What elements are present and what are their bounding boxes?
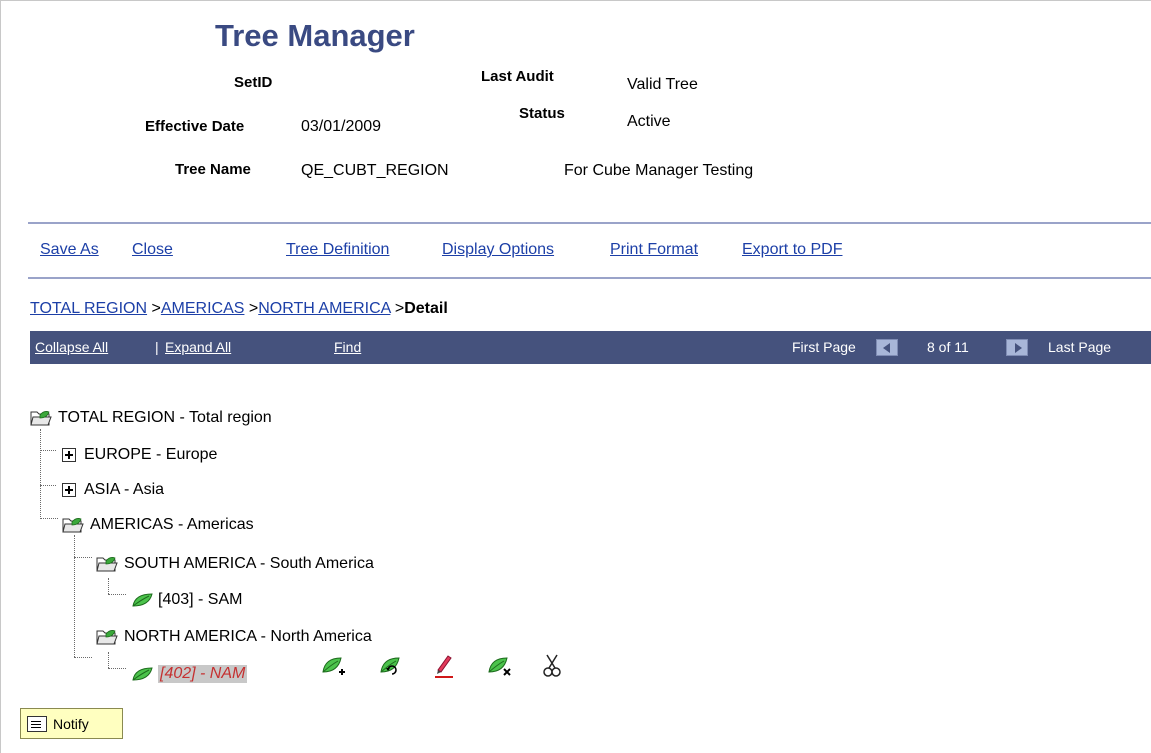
tree-node-label: SOUTH AMERICA - South America xyxy=(124,555,374,572)
next-page-button[interactable] xyxy=(1006,339,1028,356)
arrow-right-icon xyxy=(1015,343,1022,353)
effective-date-value: 03/01/2009 xyxy=(301,118,382,135)
tree-description: For Cube Manager Testing xyxy=(564,162,754,179)
display-options-link[interactable]: Display Options xyxy=(442,241,554,259)
tree-node-label: TOTAL REGION - Total region xyxy=(58,409,272,426)
folder-open-icon xyxy=(96,630,118,645)
tree-name-label: Tree Name xyxy=(175,161,251,178)
status-value: Active xyxy=(627,113,671,130)
find-link[interactable]: Find xyxy=(334,339,361,355)
insert-child-icon[interactable] xyxy=(320,652,348,680)
tree-definition-link[interactable]: Tree Definition xyxy=(286,241,389,259)
setid-label: SetID xyxy=(234,74,273,91)
tree-line xyxy=(108,668,126,669)
folder-open-icon xyxy=(62,518,84,533)
divider-bottom xyxy=(28,277,1151,279)
tree-node-label: EUROPE - Europe xyxy=(84,446,218,463)
leaf-icon xyxy=(132,593,153,607)
tree-node-sam-detail[interactable]: [403] - SAM xyxy=(130,588,242,612)
breadcrumb-americas[interactable]: AMERICAS xyxy=(161,300,245,317)
last-audit-label: Last Audit xyxy=(481,68,554,85)
breadcrumb-total-region[interactable]: TOTAL REGION xyxy=(30,300,147,317)
print-format-link[interactable]: Print Format xyxy=(610,241,698,259)
tree-node-europe[interactable]: EUROPE - Europe xyxy=(58,443,217,467)
tree-node-nam-detail[interactable]: [402] - NAM xyxy=(130,662,248,686)
tree-name-value: QE_CUBT_REGION xyxy=(301,162,449,179)
breadcrumb-separator: > xyxy=(394,300,405,317)
tree-line xyxy=(74,535,75,657)
collapse-all-link[interactable]: Collapse All xyxy=(35,339,108,355)
tree-node-label: NORTH AMERICA - North America xyxy=(124,628,372,645)
notify-button[interactable]: Notify xyxy=(20,708,123,739)
arrow-left-icon xyxy=(883,343,890,353)
breadcrumb-current: Detail xyxy=(404,300,448,317)
selected-node-label: [402] - NAM xyxy=(158,665,248,683)
tree-node-total-region[interactable]: TOTAL REGION - Total region xyxy=(30,406,272,430)
insert-sibling-icon[interactable] xyxy=(376,652,404,680)
tree-line xyxy=(40,485,56,486)
notify-label: Notify xyxy=(53,715,89,732)
tree-line xyxy=(40,450,56,451)
first-page-label: First Page xyxy=(792,339,856,355)
tree-line xyxy=(108,594,126,595)
previous-page-button[interactable] xyxy=(876,339,898,356)
folder-open-icon xyxy=(30,411,52,426)
page-info: 8 of 11 xyxy=(927,339,969,355)
breadcrumb-separator: > xyxy=(248,300,259,317)
tree-node-label: ASIA - Asia xyxy=(84,481,165,498)
edit-pencil-icon[interactable] xyxy=(430,652,458,680)
delete-node-icon[interactable] xyxy=(486,652,514,680)
breadcrumb-north-america[interactable]: NORTH AMERICA xyxy=(258,300,390,317)
tree-node-label: AMERICAS - Americas xyxy=(90,516,254,533)
export-pdf-link[interactable]: Export to PDF xyxy=(742,241,842,259)
cut-scissors-icon[interactable] xyxy=(538,652,566,680)
status-label: Status xyxy=(519,105,565,122)
page-title: Tree Manager xyxy=(215,18,415,53)
tree-nav-bar: Collapse All | Expand All Find First Pag… xyxy=(30,331,1151,364)
expand-all-link[interactable]: Expand All xyxy=(165,339,231,355)
tree-node-label: [403] - SAM xyxy=(158,591,243,608)
tree-node-americas[interactable]: AMERICAS - Americas xyxy=(62,513,254,537)
tree-node-asia[interactable]: ASIA - Asia xyxy=(58,478,164,502)
save-as-link[interactable]: Save As xyxy=(40,241,99,259)
tree-line xyxy=(74,557,92,558)
close-link[interactable]: Close xyxy=(132,241,173,259)
last-audit-value: Valid Tree xyxy=(627,76,698,93)
effective-date-label: Effective Date xyxy=(145,118,245,135)
tree-line xyxy=(40,429,41,519)
expand-plus-icon[interactable] xyxy=(62,448,76,462)
notify-icon xyxy=(27,715,47,732)
last-page-label: Last Page xyxy=(1048,339,1112,355)
tree-node-south-america[interactable]: SOUTH AMERICA - South America xyxy=(96,552,374,576)
expand-plus-icon[interactable] xyxy=(62,483,76,497)
tree-line xyxy=(108,578,109,594)
folder-open-icon xyxy=(96,557,118,572)
tree-line xyxy=(108,652,109,668)
leaf-icon xyxy=(132,667,153,681)
nav-divider: | xyxy=(155,339,159,355)
breadcrumb-separator: > xyxy=(151,300,161,317)
tree-line xyxy=(74,657,92,658)
tree-line xyxy=(40,518,58,519)
divider-top xyxy=(28,222,1151,224)
breadcrumb: TOTAL REGION >AMERICAS >NORTH AMERICA >D… xyxy=(30,300,448,318)
tree-node-north-america[interactable]: NORTH AMERICA - North America xyxy=(96,625,372,649)
